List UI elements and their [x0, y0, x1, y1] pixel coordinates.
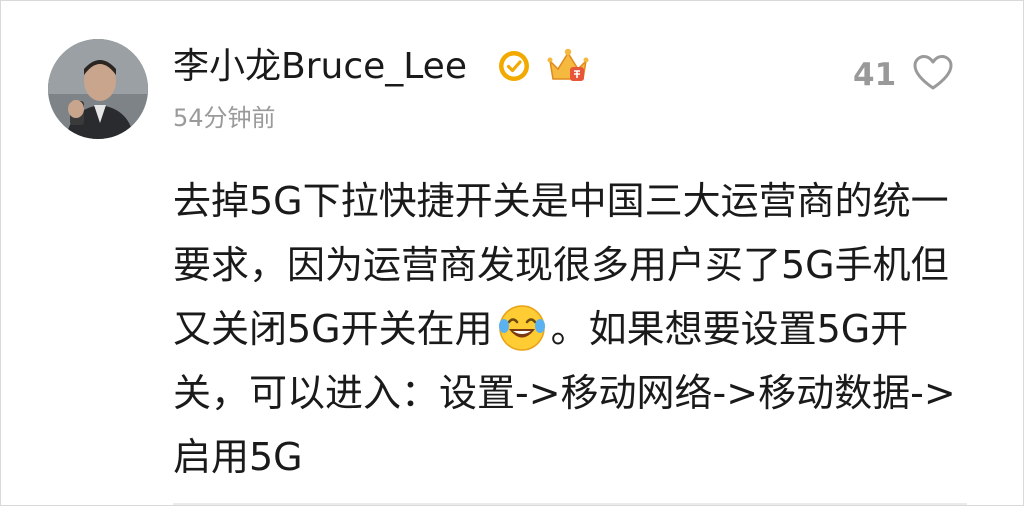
like-count: 41 — [853, 57, 897, 93]
crown-badge-icon — [547, 48, 589, 81]
username[interactable]: 李小龙Bruce_Lee — [173, 43, 467, 91]
heart-outline-icon[interactable] — [912, 53, 954, 93]
timestamp: 54分钟前 — [173, 104, 276, 132]
comment-card: 李小龙Bruce_Lee 54分钟前 41 去掉5G下拉快捷开关是中国三大运营商… — [0, 0, 1024, 506]
laughing-crying-emoji — [498, 305, 545, 351]
verified-badge-icon — [499, 51, 529, 81]
avatar[interactable] — [48, 39, 148, 139]
comment-text: 去掉5G下拉快捷开关是中国三大运营商的统一要求，因为运营商发现很多用户买了5G手… — [173, 169, 973, 489]
divider — [173, 503, 967, 505]
